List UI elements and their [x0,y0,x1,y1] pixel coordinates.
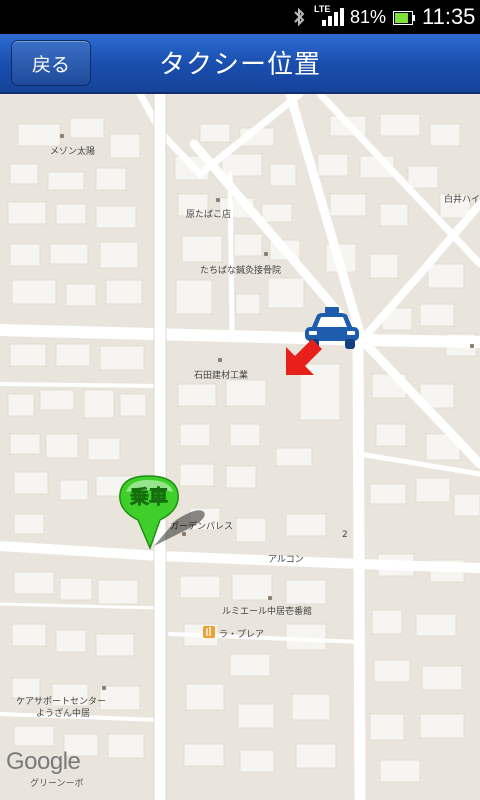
battery-percent: 81% [350,7,387,27]
signal-icon [322,8,344,30]
back-button[interactable]: 戻る [11,40,91,86]
place-label-la-prea: ラ・プレア [219,630,265,640]
place-label-ishida-kenzai: 石田建材工業 [194,371,249,381]
status-bar: LTE 81% 11:35 [0,0,480,34]
title-bar: 戻る タクシー位置 [0,34,480,94]
poi-marker [470,344,474,348]
place-label-arcon: アルコン [268,555,304,565]
pickup-pin[interactable]: 乗車 [118,472,208,552]
place-label-maison-taiyo: メゾン太陽 [50,147,96,157]
battery-icon [393,10,415,29]
address-number: 2 [342,530,348,540]
place-label-youzan: ようざん中居 [36,709,91,719]
place-label-tachibana-clinic: たちばな鍼灸接骨院 [200,266,282,276]
place-label-hara-tobacco: 原たばこ店 [186,210,232,220]
place-label-shirai: 白井ハイ [444,195,480,205]
place-label-lumiere: ルミエール中居壱番館 [222,607,313,617]
map-copyright: グリーンーボ [30,779,84,789]
google-logo: Google [6,748,81,775]
poi-marker [102,686,106,690]
poi-marker [264,252,268,256]
clock: 11:35 [422,4,476,29]
poi-marker [216,198,220,202]
map-view[interactable]: メゾン太陽 原たばこ店 たちばな鍼灸接骨院 白井ハイ 石田建材工業 ガーデンパレ… [0,94,480,800]
direction-arrow-icon [282,337,324,377]
poi-marker [218,358,222,362]
bluetooth-icon [292,6,306,32]
poi-marker [60,134,64,138]
poi-marker [268,596,272,600]
svg-text:乗車: 乗車 [130,485,168,508]
